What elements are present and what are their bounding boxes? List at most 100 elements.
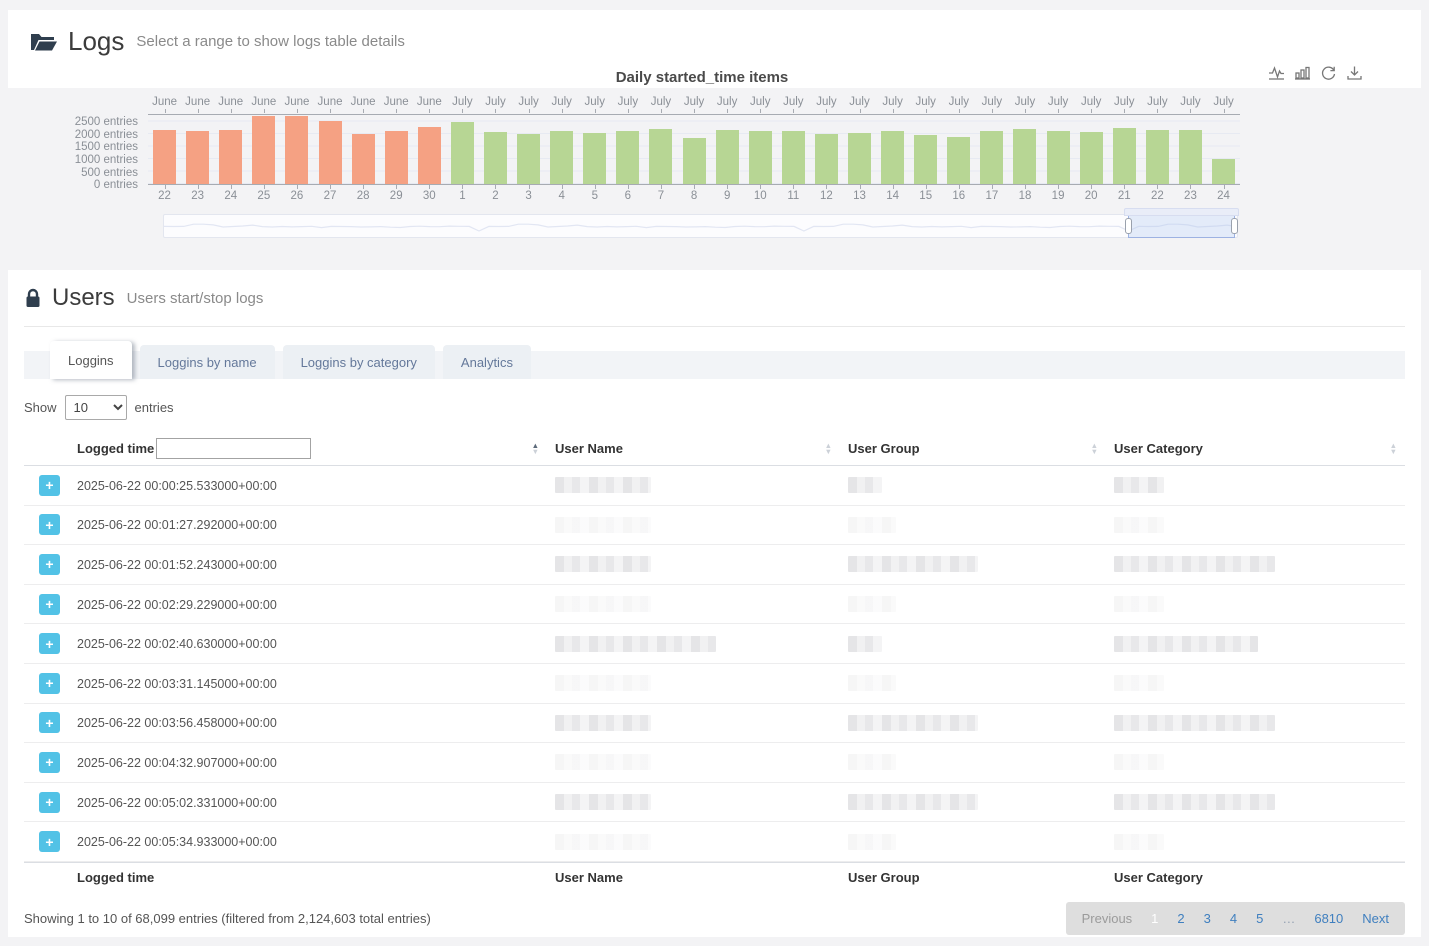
users-panel-header: Users Users start/stop logs	[24, 284, 1405, 327]
column-header-user-name[interactable]: User Name ▲▼	[547, 432, 840, 465]
pagination-next[interactable]: Next	[1362, 911, 1389, 926]
y-tick-label: 2500 entries	[75, 116, 138, 128]
expand-row-button[interactable]: +	[39, 752, 60, 773]
bar-july-6[interactable]	[616, 131, 639, 184]
pagination-previous[interactable]: Previous	[1082, 911, 1133, 926]
expand-cell: +	[24, 514, 69, 535]
expand-row-button[interactable]: +	[39, 792, 60, 813]
logged-time-filter-input[interactable]	[156, 438, 311, 459]
bar-june-28[interactable]	[352, 134, 375, 184]
sort-icon-user-category[interactable]: ▲▼	[1390, 443, 1397, 455]
users-subtitle: Users start/stop logs	[127, 290, 264, 307]
bar-july-19[interactable]	[1047, 131, 1070, 184]
expand-row-button[interactable]: +	[39, 712, 60, 733]
chart-title: Daily started_time items	[156, 69, 1248, 86]
bar-july-9[interactable]	[716, 130, 739, 184]
user-category-cell	[1106, 715, 1405, 731]
bar-july-20[interactable]	[1080, 132, 1103, 184]
bar-july-1[interactable]	[451, 122, 474, 184]
redacted-value	[1114, 636, 1258, 652]
bar-july-18[interactable]	[1013, 129, 1036, 184]
column-header-user-group[interactable]: User Group ▲▼	[840, 432, 1106, 465]
brush-selection-cap[interactable]	[1124, 208, 1239, 216]
bar-june-22[interactable]	[153, 130, 176, 184]
bar-july-24[interactable]	[1212, 159, 1235, 184]
bar-june-26[interactable]	[285, 116, 308, 184]
column-header-user-category[interactable]: User Category ▲▼	[1106, 432, 1405, 465]
pagination-page-5[interactable]: 5	[1256, 911, 1263, 926]
expand-row-button[interactable]: +	[39, 594, 60, 615]
column-header-logged-time[interactable]: Logged time ▲▼	[69, 432, 547, 465]
bar-july-15[interactable]	[914, 135, 937, 184]
bar-july-3[interactable]	[517, 134, 540, 184]
month-label: July	[777, 96, 810, 110]
pagination-page-2[interactable]: 2	[1177, 911, 1184, 926]
bar-june-30[interactable]	[418, 127, 441, 184]
expand-row-button[interactable]: +	[39, 514, 60, 535]
bar-july-17[interactable]	[980, 131, 1003, 184]
bar-july-12[interactable]	[815, 134, 838, 184]
user-category-cell	[1106, 477, 1405, 493]
bar-july-7[interactable]	[649, 129, 672, 184]
month-label: July	[1075, 96, 1108, 110]
bar-chart-icon[interactable]	[1294, 65, 1311, 82]
month-label: July	[1141, 96, 1174, 110]
sort-icon-logged-time[interactable]: ▲▼	[532, 443, 539, 455]
bar-july-10[interactable]	[749, 131, 772, 184]
pagination-page-1[interactable]: 1	[1151, 911, 1158, 926]
bar-july-13[interactable]	[848, 133, 871, 184]
expand-row-button[interactable]: +	[39, 831, 60, 852]
logged-time-cell: 2025-06-22 00:02:40.630000+00:00	[69, 636, 547, 651]
bar-july-22[interactable]	[1146, 130, 1169, 184]
tab-label: Analytics	[461, 355, 513, 370]
bar-july-14[interactable]	[881, 131, 904, 184]
bar-slot	[1008, 115, 1041, 184]
expand-row-button[interactable]: +	[39, 673, 60, 694]
range-brush[interactable]	[163, 214, 1238, 238]
redacted-value	[848, 596, 896, 612]
bar-july-5[interactable]	[583, 133, 606, 184]
line-chart-icon[interactable]	[1268, 65, 1285, 82]
expand-row-button[interactable]: +	[39, 633, 60, 654]
bar-june-25[interactable]	[252, 116, 275, 184]
bar-slot	[1174, 115, 1207, 184]
logs-table: Logged time ▲▼ User Name ▲▼ User Group ▲…	[24, 432, 1405, 893]
pagination-page-4[interactable]: 4	[1230, 911, 1237, 926]
sort-icon-user-name[interactable]: ▲▼	[825, 443, 832, 455]
sort-icon-user-group[interactable]: ▲▼	[1091, 443, 1098, 455]
expand-row-button[interactable]: +	[39, 475, 60, 496]
tab-bar: LogginsLoggins by nameLoggins by categor…	[24, 341, 1405, 379]
bar-june-23[interactable]	[186, 131, 209, 184]
bar-july-11[interactable]	[782, 131, 805, 184]
user-category-cell	[1106, 834, 1405, 850]
tab-loggins-by-category[interactable]: Loggins by category	[283, 345, 435, 379]
bar-june-29[interactable]	[385, 131, 408, 184]
length-label-before: Show	[24, 400, 57, 415]
pagination-page-6810[interactable]: 6810	[1314, 911, 1343, 926]
page-length-select[interactable]: 10	[65, 395, 127, 420]
bar-july-4[interactable]	[550, 131, 573, 184]
brush-selection[interactable]	[1128, 214, 1235, 238]
bar-july-16[interactable]	[947, 137, 970, 184]
bar-june-27[interactable]	[319, 121, 342, 184]
brush-handle-right[interactable]	[1231, 218, 1238, 234]
redacted-value	[1114, 517, 1164, 533]
bar-july-21[interactable]	[1113, 128, 1136, 184]
logged-time-cell: 2025-06-22 00:03:31.145000+00:00	[69, 676, 547, 691]
tab-loggins[interactable]: Loggins	[50, 341, 132, 379]
bar-july-2[interactable]	[484, 132, 507, 184]
tab-analytics[interactable]: Analytics	[443, 345, 531, 379]
bar-june-24[interactable]	[219, 130, 242, 184]
download-icon[interactable]	[1346, 65, 1363, 82]
brush-handle-left[interactable]	[1125, 218, 1132, 234]
bar-july-8[interactable]	[683, 138, 706, 184]
tab-loggins-by-name[interactable]: Loggins by name	[140, 345, 275, 379]
day-label: 30	[413, 190, 446, 204]
length-label-after: entries	[135, 400, 174, 415]
expand-row-button[interactable]: +	[39, 554, 60, 575]
refresh-icon[interactable]	[1320, 65, 1337, 82]
bar-july-23[interactable]	[1179, 130, 1202, 184]
pagination-page-3[interactable]: 3	[1204, 911, 1211, 926]
logged-time-cell: 2025-06-22 00:04:32.907000+00:00	[69, 755, 547, 770]
month-label: June	[148, 96, 181, 110]
